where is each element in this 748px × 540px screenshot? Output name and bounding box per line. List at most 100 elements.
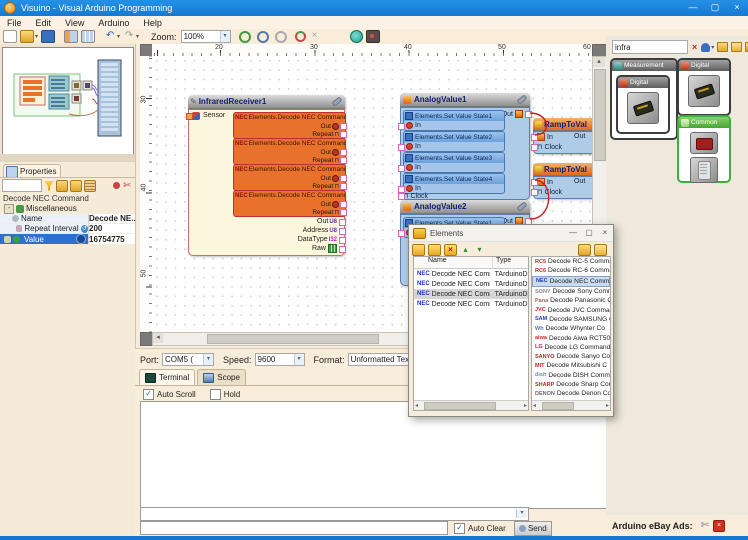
autoscroll-checkbox[interactable]: ✓: [143, 389, 154, 400]
in-pin[interactable]: [398, 230, 405, 237]
vscroll-thumb[interactable]: [594, 69, 606, 161]
clear-search-icon[interactable]: ×: [692, 42, 697, 52]
ramp-clock-pin[interactable]: [531, 189, 538, 196]
dialog-minimize-button[interactable]: —: [565, 227, 581, 239]
category-common[interactable]: Common: [677, 115, 731, 183]
repeat-pin[interactable]: [340, 157, 347, 164]
filter-dropdown-icon[interactable]: ▾: [711, 44, 714, 51]
web-icon[interactable]: [350, 30, 363, 43]
elements-list-hscrollbar[interactable]: ◂ ▸: [414, 400, 528, 410]
ramp-clock-pin[interactable]: [531, 144, 538, 151]
set-value-element-1[interactable]: Elements.Set Value State1 In: [403, 110, 505, 131]
types-list-hscrollbar[interactable]: ◂ ▸: [532, 400, 610, 410]
repeat-pin[interactable]: [340, 131, 347, 138]
open-dropdown-icon[interactable]: ▾: [35, 33, 38, 40]
element-type-row[interactable]: LGDecode LG Command: [532, 343, 610, 352]
elements-list[interactable]: Name Type NEC Decode NEC Command1 TArdui…: [413, 256, 529, 411]
menu-arduino[interactable]: Arduino: [91, 18, 136, 28]
open-project-icon[interactable]: [20, 30, 34, 43]
infrared-header[interactable]: ✎ InfraredReceiver1: [188, 95, 345, 109]
tab-scope[interactable]: Scope: [197, 369, 246, 385]
nec-element-3[interactable]: NECElements.Decode NEC Command3 Out Repe…: [233, 164, 346, 191]
speed-dropdown-icon[interactable]: ▾: [294, 354, 304, 365]
menu-edit[interactable]: Edit: [29, 18, 59, 28]
column-type[interactable]: Type: [493, 257, 511, 268]
wrench-icon[interactable]: [517, 201, 528, 211]
add-element-icon[interactable]: [412, 244, 425, 256]
element-type-row[interactable]: JVCDecode JVC Comman: [532, 305, 610, 314]
wrench-icon[interactable]: [332, 96, 343, 106]
element-type-row[interactable]: dishDecode DISH Comma: [532, 371, 610, 380]
filter-funnel-icon[interactable]: [44, 181, 54, 191]
zoom-in-icon[interactable]: [239, 31, 251, 43]
add-special-element-icon[interactable]: [428, 244, 441, 256]
move-up-icon[interactable]: ▴: [460, 245, 471, 255]
scroll-left-icon[interactable]: ◂: [415, 402, 418, 409]
refresh-icon[interactable]: [295, 31, 306, 42]
element-row[interactable]: NEC Decode NEC Command1 TArduinoD: [414, 269, 528, 279]
analog1-header[interactable]: AnalogValue1: [400, 93, 530, 107]
scroll-right-icon[interactable]: ▸: [524, 402, 527, 409]
analog1-out-pin[interactable]: [525, 111, 532, 118]
port-combobox[interactable]: COM5 ( ▾: [162, 353, 214, 366]
nec-element-4[interactable]: NECElements.Decode NEC Command4 Out Repe…: [233, 190, 346, 217]
element-types-list[interactable]: RC5Decode RC-5 Comma RC6Decode RC-6 Comm…: [531, 256, 611, 411]
infrared-receiver-component-icon[interactable]: [627, 92, 659, 124]
component-ramp-to-value-1[interactable]: RampToVal In Out ⊓Clock: [533, 118, 592, 154]
wrench-icon[interactable]: [517, 94, 528, 104]
out-pin[interactable]: [340, 149, 347, 156]
subcategory-digital[interactable]: Digital: [616, 75, 670, 134]
element-type-row[interactable]: SHARPDecode Sharp Comm: [532, 380, 610, 389]
terminal-command-combo[interactable]: ▾: [140, 507, 529, 521]
close-button[interactable]: ×: [726, 0, 748, 16]
element-type-row[interactable]: SONYDecode Sony Comma: [532, 287, 610, 296]
menu-view[interactable]: View: [58, 18, 91, 28]
ads-scissors-icon[interactable]: ✄: [701, 520, 709, 531]
move-down-icon[interactable]: ▾: [474, 245, 485, 255]
address-pin[interactable]: [339, 228, 346, 235]
arrange-icon[interactable]: [84, 180, 96, 192]
ramp1-header[interactable]: RampToVal: [533, 118, 592, 131]
element-type-row[interactable]: DENONDecode Denon Comm: [532, 389, 610, 398]
expand-palette-icon[interactable]: [578, 244, 591, 256]
remote-control-component-icon[interactable]: [690, 157, 718, 183]
edit-pencil-icon[interactable]: ✎: [190, 97, 197, 106]
property-row-repeat-interval[interactable]: Repeat Interval↺ 200: [0, 224, 135, 233]
property-group-row[interactable]: - Miscellaneous: [0, 204, 135, 213]
element-type-row[interactable]: RC5Decode RC-5 Comma: [532, 257, 610, 266]
snapshot-icon[interactable]: [366, 30, 380, 43]
element-row[interactable]: NEC Decode NEC Command4 TArduinoD: [414, 299, 528, 309]
menu-file[interactable]: File: [0, 18, 29, 28]
properties-tab[interactable]: Properties: [3, 164, 61, 178]
analog2-header[interactable]: AnalogValue2: [400, 200, 530, 214]
delete-icon[interactable]: ×: [309, 31, 321, 42]
hold-checkbox[interactable]: [210, 389, 221, 400]
tab-terminal[interactable]: Terminal: [139, 369, 195, 385]
scroll-right-icon[interactable]: ▸: [606, 402, 609, 409]
in-pin[interactable]: [398, 123, 405, 130]
in-pin[interactable]: [398, 144, 405, 151]
set-value-element-2[interactable]: Elements.Set Value State2 In: [403, 131, 505, 152]
collapse-group-icon[interactable]: -: [4, 204, 14, 214]
out-pin[interactable]: [340, 201, 347, 208]
properties-filter-input[interactable]: [2, 179, 42, 192]
undo-dropdown-icon[interactable]: ▾: [117, 33, 120, 40]
expand-all-icon[interactable]: [56, 180, 68, 192]
property-row-value[interactable]: Value 16754775: [0, 234, 135, 244]
category-measurement[interactable]: Measurement Digital: [610, 58, 678, 140]
element-type-row-selected[interactable]: NECDecode NEC Comma: [532, 276, 610, 287]
dialog-close-button[interactable]: ×: [597, 227, 613, 239]
set-value-element-3[interactable]: Elements.Set Value State3 In: [403, 152, 505, 173]
autoclear-checkbox[interactable]: ✓: [454, 523, 465, 534]
element-type-row[interactable]: PanaDecode Panasonic C: [532, 296, 610, 305]
element-type-row[interactable]: RC6Decode RC-6 Comma: [532, 266, 610, 275]
clock-pin[interactable]: [398, 193, 405, 200]
set-value-element-4[interactable]: Elements.Set Value State4 In: [403, 173, 505, 194]
column-name[interactable]: Name: [414, 257, 493, 268]
collapse-palette-icon[interactable]: [594, 244, 607, 256]
collapse-categories-icon[interactable]: [731, 42, 742, 52]
menu-help[interactable]: Help: [136, 18, 169, 28]
ramp2-header[interactable]: RampToVal: [533, 163, 592, 176]
filter-user-icon[interactable]: [701, 43, 710, 52]
save-icon[interactable]: [41, 30, 55, 43]
